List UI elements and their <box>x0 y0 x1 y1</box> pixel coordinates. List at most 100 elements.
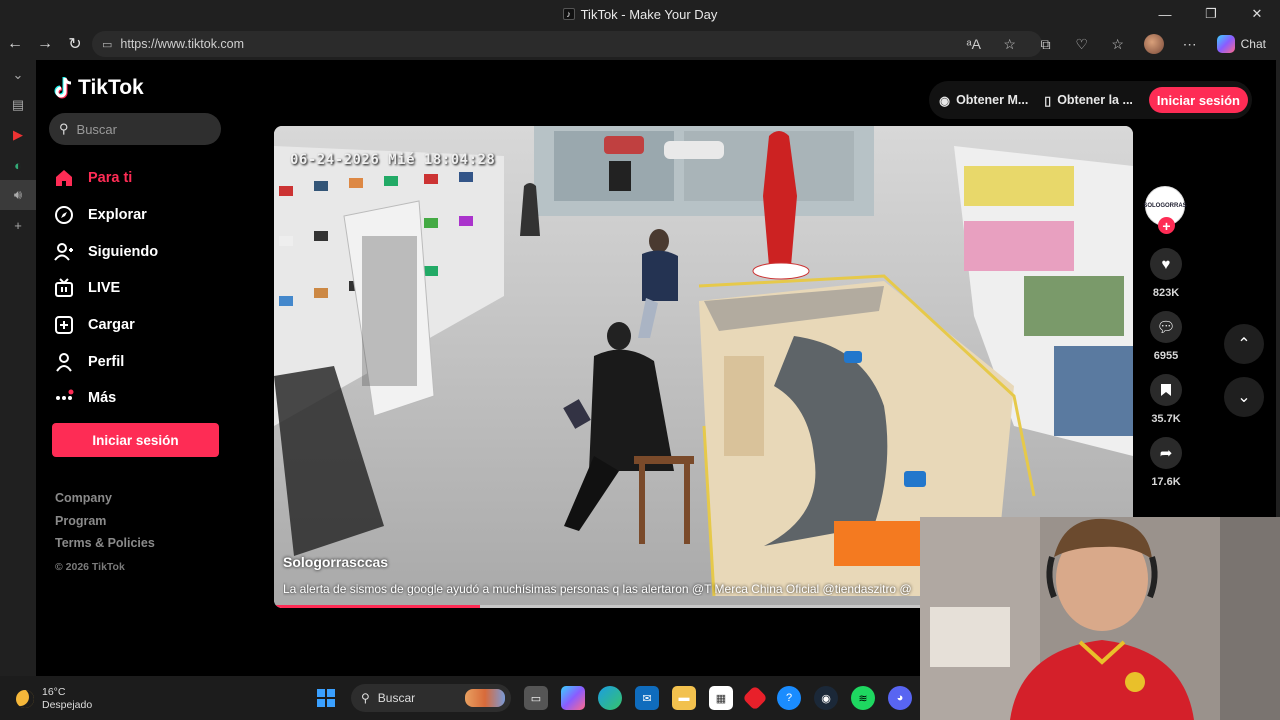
collections-icon[interactable]: ☆ <box>1103 31 1133 57</box>
follow-plus-icon[interactable]: + <box>1158 217 1175 234</box>
url-text: https://www.tiktok.com <box>120 37 245 51</box>
get-coins-button[interactable]: ◉ Obtener M... <box>939 93 1028 108</box>
task-view-icon[interactable]: ▭ <box>524 686 548 710</box>
extensions-icon[interactable]: ⧉ <box>1031 31 1061 57</box>
profile-avatar[interactable] <box>1139 31 1169 57</box>
menu-item-cargar[interactable]: Cargar <box>54 307 224 344</box>
reload-button[interactable]: ↻ <box>60 29 90 59</box>
menu-item-explorar[interactable]: Explorar <box>54 197 224 234</box>
spotify-icon[interactable]: ≋ <box>851 686 875 710</box>
steam-icon[interactable]: ◉ <box>814 686 838 710</box>
menu-item-live[interactable]: LIVE <box>54 270 224 307</box>
close-button[interactable]: ✕ <box>1234 0 1280 28</box>
performance-icon[interactable]: ♡ <box>1067 31 1097 57</box>
like-action[interactable]: ♥ 823K <box>1145 248 1187 299</box>
footer-link-terms[interactable]: Terms & Policies <box>55 536 155 559</box>
get-app-button[interactable]: ▯ Obtener la ... <box>1044 93 1133 108</box>
header-login-button[interactable]: Iniciar sesión <box>1148 87 1248 113</box>
window-titlebar: ♪ TikTok - Make Your Day — ❐ ✕ <box>0 0 1280 28</box>
heart-icon[interactable]: ♥ <box>1150 248 1182 280</box>
minimize-button[interactable]: — <box>1142 0 1188 28</box>
sidebar-login-button[interactable]: Iniciar sesión <box>52 423 219 457</box>
browser-toolbar-right: ᵃA ☆ ⧉ ♡ ☆ ⋯ Chat <box>959 31 1272 57</box>
settings-more-icon[interactable]: ⋯ <box>1175 31 1205 57</box>
menu-label: Siguiendo <box>88 243 159 260</box>
search-icon: ⚲ <box>59 121 69 136</box>
footer-link-company[interactable]: Company <box>55 491 155 514</box>
youtube-tab-icon[interactable]: ▶ <box>0 120 36 150</box>
share-action[interactable]: ➦ 17.6K <box>1145 437 1187 488</box>
video-actions: SOLOGORRAS + ♥ 823K 💬︎ 6955 35.7K ➦ 17.6… <box>1143 186 1187 488</box>
top-actions-bar: ◉ Obtener M... ▯ Obtener la ... Iniciar … <box>929 81 1252 119</box>
edge-browser-icon[interactable] <box>598 686 622 710</box>
menu-item-perfil[interactable]: Perfil <box>54 343 224 380</box>
next-video-chevron-down-icon[interactable]: ⌄ <box>1224 377 1264 417</box>
get-coins-label: Obtener M... <box>956 93 1029 107</box>
menu-label: LIVE <box>88 280 121 297</box>
back-button[interactable]: ← <box>0 29 30 59</box>
site-info-icon[interactable]: ▭ <box>102 38 112 51</box>
webcam-overlay <box>920 517 1280 720</box>
search-input[interactable]: ⚲ Buscar <box>49 113 221 145</box>
window-controls: — ❐ ✕ <box>1142 0 1280 28</box>
discord-icon[interactable]: ◕ <box>888 686 912 710</box>
tab-icon[interactable]: ◐ <box>0 150 36 180</box>
bookmark-icon[interactable] <box>1150 374 1182 406</box>
forward-button[interactable]: → <box>30 29 60 59</box>
webcam-person-image <box>920 517 1280 720</box>
maximize-button[interactable]: ❐ <box>1188 0 1234 28</box>
coin-icon: ◉ <box>939 93 951 108</box>
new-tab-icon[interactable]: + <box>0 210 36 240</box>
following-icon <box>54 242 74 262</box>
get-app-label: Obtener la ... <box>1057 93 1133 107</box>
tiktok-logo[interactable]: TikTok <box>54 76 144 100</box>
weather-widget[interactable]: 16°C Despejado <box>16 686 92 712</box>
chat-label: Chat <box>1240 37 1266 51</box>
tab-thumbnail-icon[interactable]: ▤ <box>0 90 36 120</box>
upload-icon <box>54 315 74 335</box>
window-title-text: TikTok - Make Your Day <box>580 6 718 22</box>
copilot-taskbar-icon[interactable] <box>561 686 585 710</box>
previous-video-chevron-up-icon[interactable]: ⌃ <box>1224 324 1264 364</box>
weather-text: 16°C Despejado <box>42 686 92 712</box>
tab-actions-chevron-icon[interactable]: ⌄ <box>0 60 36 90</box>
microsoft-store-icon[interactable]: ▦ <box>709 686 733 710</box>
audio-tab-icon[interactable]: 🔊︎ <box>0 180 36 210</box>
video-progress-fill <box>274 605 481 608</box>
share-arrow-icon[interactable]: ➦ <box>1150 437 1182 469</box>
taskbar-apps: ⚲ Buscar ▭ ✉ ▬ ▦ ? ◉ ≋ ◕ <box>314 684 912 712</box>
help-icon[interactable]: ? <box>777 686 801 710</box>
copilot-chat-button[interactable]: Chat <box>1211 35 1272 53</box>
outlook-icon[interactable]: ✉ <box>635 686 659 710</box>
menu-item-mas[interactable]: Más <box>54 380 224 417</box>
share-count: 17.6K <box>1151 476 1181 488</box>
footer-links: Company Program Terms & Policies © 2026 … <box>55 491 155 577</box>
menu-label: Perfil <box>88 353 125 370</box>
menu-item-para-ti[interactable]: Para ti <box>54 160 224 197</box>
live-icon <box>54 278 74 298</box>
menu-label: Más <box>88 390 117 407</box>
tiktok-favicon-icon: ♪ <box>562 8 575 20</box>
favorite-star-icon[interactable]: ☆ <box>995 31 1025 57</box>
window-title: ♪ TikTok - Make Your Day <box>562 6 718 22</box>
save-action[interactable]: 35.7K <box>1145 374 1187 425</box>
home-icon <box>54 168 74 188</box>
menu-label: Explorar <box>88 207 147 224</box>
menu-item-siguiendo[interactable]: Siguiendo <box>54 233 224 270</box>
video-author[interactable]: Sologorrasccas <box>283 554 388 570</box>
red-app-icon[interactable] <box>742 685 768 711</box>
footer-link-program[interactable]: Program <box>55 514 155 537</box>
creator-avatar[interactable]: SOLOGORRAS + <box>1143 186 1187 234</box>
comment-action[interactable]: 💬︎ 6955 <box>1145 311 1187 362</box>
comment-icon[interactable]: 💬︎ <box>1150 311 1182 343</box>
creator-avatar-text: SOLOGORRAS <box>1143 203 1187 209</box>
address-bar[interactable]: ▭ https://www.tiktok.com <box>92 31 1042 57</box>
windows-taskbar: 16°C Despejado ⚲ Buscar ▭ ✉ ▬ ▦ ? ◉ ≋ ◕ <box>0 676 920 720</box>
translate-icon[interactable]: ᵃA <box>959 31 989 57</box>
tiktok-wordmark: TikTok <box>78 76 144 99</box>
taskbar-search[interactable]: ⚲ Buscar <box>351 684 511 712</box>
compass-icon <box>54 205 74 225</box>
windows-start-icon[interactable] <box>314 686 338 710</box>
search-placeholder: Buscar <box>76 121 117 137</box>
file-explorer-icon[interactable]: ▬ <box>672 686 696 710</box>
